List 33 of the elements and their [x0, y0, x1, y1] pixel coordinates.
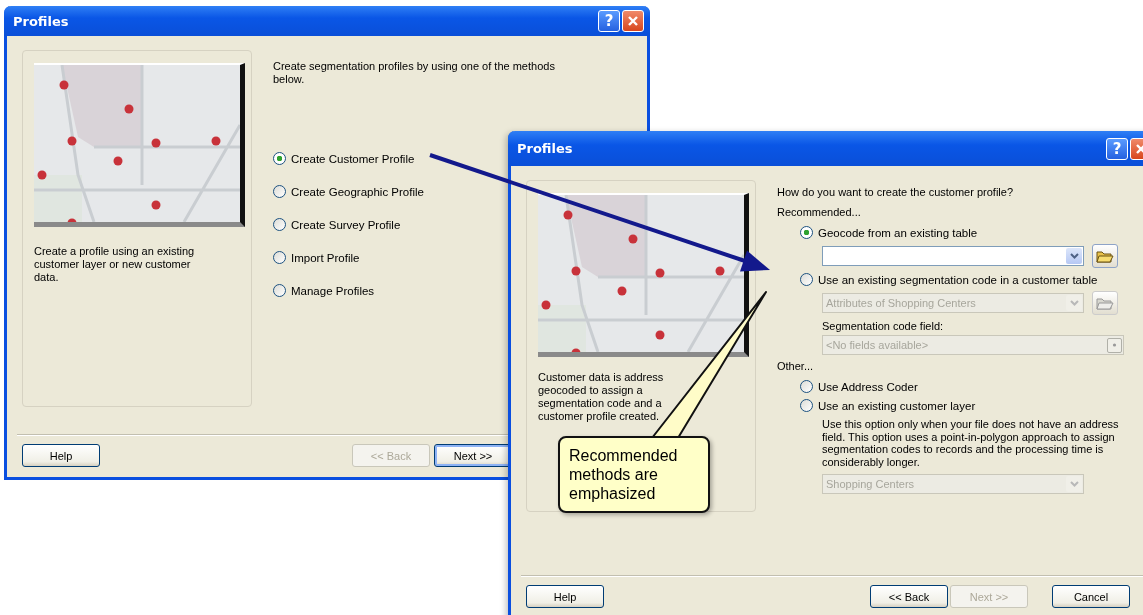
- window-title: Profiles: [13, 13, 69, 29]
- caret-icon: [1069, 253, 1079, 259]
- radio-button[interactable]: Create Survey Profile: [273, 218, 632, 231]
- radio-button[interactable]: Manage Profiles: [273, 284, 632, 297]
- caret-icon: [1069, 481, 1079, 487]
- note-text: Use this option only when your file does not have an address field. This option uses a point-in-polygon approach to assign segmentation codes to records and the processing time is considerably longer.: [822, 418, 1120, 468]
- dialog-button[interactable]: Cancel: [1052, 585, 1130, 608]
- close-button[interactable]: [622, 10, 644, 32]
- dialog-button[interactable]: Help: [22, 444, 100, 467]
- folder-icon: [1096, 248, 1114, 264]
- description-text: Customer data is address geocoded to assign a segmentation code and a customer profile created.: [538, 371, 665, 423]
- group-heading: Other...: [777, 360, 815, 372]
- folder-icon: [1096, 295, 1114, 311]
- caret-icon: [1069, 300, 1079, 306]
- radio-button[interactable]: Use an existing customer layer: [800, 399, 976, 412]
- description-text: Create a profile using an existing customer layer or new customer data.: [34, 245, 196, 284]
- dialog-button[interactable]: << Back: [870, 585, 948, 608]
- browse-button[interactable]: [1092, 244, 1118, 268]
- dropdown-field[interactable]: [822, 246, 1084, 266]
- dot-icon: [1110, 342, 1119, 348]
- question-text: How do you want to create the customer profile?: [777, 186, 1014, 198]
- radio-button[interactable]: Import Profile: [273, 251, 632, 264]
- radio-button[interactable]: Geocode from an existing table: [800, 226, 978, 239]
- instruction-text: Create segmentation profiles by using one of the methods below.: [273, 60, 556, 86]
- callout: Recommended methods are emphasized: [558, 436, 710, 513]
- close-icon: [627, 15, 639, 27]
- radio-button[interactable]: Use Address Coder: [800, 380, 918, 393]
- close-icon: [1135, 142, 1143, 155]
- dialog-button[interactable]: Help: [526, 585, 604, 608]
- field-label: Segmentation code field:: [822, 320, 945, 332]
- radio-button[interactable]: Create Geographic Profile: [273, 185, 632, 198]
- group-heading: Recommended...: [777, 206, 862, 218]
- radio-button[interactable]: Use an existing segmentation code in a customer table: [800, 273, 1098, 286]
